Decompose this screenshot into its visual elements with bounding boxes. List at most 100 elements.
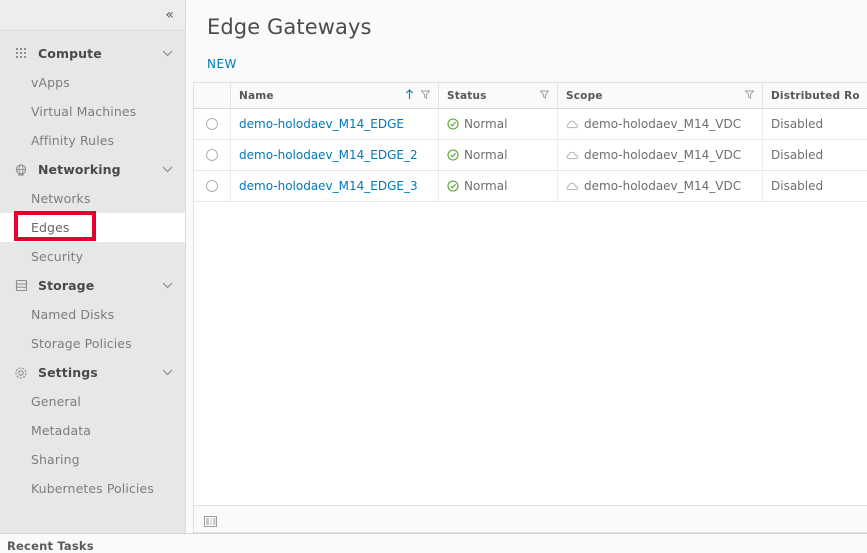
filter-icon[interactable] <box>421 90 430 102</box>
sidebar-header: « <box>0 0 185 31</box>
status-text: Normal <box>464 179 507 193</box>
row-select-cell[interactable] <box>194 171 230 201</box>
sidebar-item-label: Storage Policies <box>31 336 132 351</box>
cloud-icon <box>566 119 579 130</box>
sidebar-group-label: Compute <box>38 46 162 61</box>
sidebar-group-label: Settings <box>38 365 162 380</box>
sidebar-item-label: Sharing <box>31 452 80 467</box>
table-header-status-label: Status <box>447 90 540 102</box>
scope-text: demo-holodaev_M14_VDC <box>584 148 741 162</box>
check-circle-icon <box>447 180 459 192</box>
row-distributed-routing-cell: Disabled <box>762 109 867 139</box>
sidebar-item-metadata[interactable]: Metadata <box>0 416 185 445</box>
edge-gateway-link[interactable]: demo-holodaev_M14_EDGE <box>239 117 404 131</box>
grid-dots-icon <box>13 46 29 62</box>
row-status-cell: Normal <box>438 140 557 170</box>
page-title: Edge Gateways <box>186 0 867 39</box>
sort-ascending-icon[interactable] <box>405 89 414 103</box>
table-row[interactable]: demo-holodaev_M14_EDGE_3 Normal <box>194 171 867 202</box>
radio-button[interactable] <box>206 149 218 161</box>
edge-gateways-table: Name Status <box>193 82 867 533</box>
table-header-scope[interactable]: Scope <box>557 83 762 108</box>
sidebar-item-named-disks[interactable]: Named Disks <box>0 300 185 329</box>
table-header-distributed-routing-label: Distributed Routing <box>771 90 859 102</box>
edge-gateway-link[interactable]: demo-holodaev_M14_EDGE_3 <box>239 179 418 193</box>
gear-icon <box>13 365 29 381</box>
table-body: demo-holodaev_M14_EDGE Normal <box>194 109 867 505</box>
row-select-cell[interactable] <box>194 140 230 170</box>
sidebar-item-label: Named Disks <box>31 307 114 322</box>
check-circle-icon <box>447 118 459 130</box>
table-header-scope-label: Scope <box>566 90 745 102</box>
edge-gateway-link[interactable]: demo-holodaev_M14_EDGE_2 <box>239 148 418 162</box>
sidebar-nav: Compute vApps Virtual Machines Affinity … <box>0 31 185 533</box>
sidebar-item-kubernetes-policies[interactable]: Kubernetes Policies <box>0 474 185 503</box>
sidebar-group-storage[interactable]: Storage <box>0 271 185 300</box>
sidebar-item-affinity-rules[interactable]: Affinity Rules <box>0 126 185 155</box>
sidebar-group-networking[interactable]: Networking <box>0 155 185 184</box>
radio-button[interactable] <box>206 118 218 130</box>
sidebar-item-label: Metadata <box>31 423 91 438</box>
toolbar: NEW <box>186 39 867 82</box>
network-globe-icon <box>13 162 29 178</box>
table-header-name[interactable]: Name <box>230 83 438 108</box>
cloud-icon <box>566 181 579 192</box>
sidebar-item-vapps[interactable]: vApps <box>0 68 185 97</box>
row-select-cell[interactable] <box>194 109 230 139</box>
table-header-row: Name Status <box>194 83 867 109</box>
table-header-select <box>194 83 230 108</box>
table-header-name-label: Name <box>239 90 405 102</box>
sidebar-item-label: Kubernetes Policies <box>31 481 154 496</box>
table-row[interactable]: demo-holodaev_M14_EDGE Normal <box>194 109 867 140</box>
sidebar: « Compute <box>0 0 186 533</box>
sidebar-item-storage-policies[interactable]: Storage Policies <box>0 329 185 358</box>
table-row[interactable]: demo-holodaev_M14_EDGE_2 Normal <box>194 140 867 171</box>
table-header-distributed-routing[interactable]: Distributed Routing <box>762 83 867 108</box>
row-scope-cell: demo-holodaev_M14_VDC <box>557 109 762 139</box>
chevron-double-left-icon[interactable]: « <box>165 8 173 22</box>
sidebar-item-security[interactable]: Security <box>0 242 185 271</box>
sidebar-item-general[interactable]: General <box>0 387 185 416</box>
sidebar-item-label: Virtual Machines <box>31 104 136 119</box>
filter-icon[interactable] <box>745 90 754 102</box>
row-scope-cell: demo-holodaev_M14_VDC <box>557 140 762 170</box>
sidebar-group-compute[interactable]: Compute <box>0 39 185 68</box>
main-content: Edge Gateways NEW Name <box>186 0 867 533</box>
chevron-down-icon[interactable] <box>162 280 173 291</box>
sidebar-item-label: Security <box>31 249 83 264</box>
recent-tasks-bar[interactable]: Recent Tasks <box>0 533 867 553</box>
row-distributed-routing-cell: Disabled <box>762 140 867 170</box>
main-body: « Compute <box>0 0 867 533</box>
distributed-routing-text: Disabled <box>771 179 823 193</box>
check-circle-icon <box>447 149 459 161</box>
filter-icon[interactable] <box>540 90 549 102</box>
sidebar-item-networks[interactable]: Networks <box>0 184 185 213</box>
sidebar-item-sharing[interactable]: Sharing <box>0 445 185 474</box>
row-name-cell[interactable]: demo-holodaev_M14_EDGE_2 <box>230 140 438 170</box>
sidebar-item-edges[interactable]: Edges <box>0 213 185 242</box>
chevron-down-icon[interactable] <box>162 48 173 59</box>
row-name-cell[interactable]: demo-holodaev_M14_EDGE <box>230 109 438 139</box>
sidebar-group-label: Storage <box>38 278 162 293</box>
column-picker-icon[interactable] <box>204 513 217 526</box>
sidebar-group-settings[interactable]: Settings <box>0 358 185 387</box>
sidebar-item-label: vApps <box>31 75 70 90</box>
sidebar-group-label: Networking <box>38 162 162 177</box>
distributed-routing-text: Disabled <box>771 148 823 162</box>
row-name-cell[interactable]: demo-holodaev_M14_EDGE_3 <box>230 171 438 201</box>
row-distributed-routing-cell: Disabled <box>762 171 867 201</box>
sidebar-item-virtual-machines[interactable]: Virtual Machines <box>0 97 185 126</box>
chevron-down-icon[interactable] <box>162 164 173 175</box>
new-button[interactable]: NEW <box>207 54 243 74</box>
sidebar-item-label: General <box>31 394 81 409</box>
chevron-down-icon[interactable] <box>162 367 173 378</box>
row-status-cell: Normal <box>438 171 557 201</box>
sidebar-item-label: Affinity Rules <box>31 133 114 148</box>
row-status-cell: Normal <box>438 109 557 139</box>
scope-text: demo-holodaev_M14_VDC <box>584 117 741 131</box>
radio-button[interactable] <box>206 180 218 192</box>
sidebar-item-label: Networks <box>31 191 91 206</box>
table-header-status[interactable]: Status <box>438 83 557 108</box>
scope-text: demo-holodaev_M14_VDC <box>584 179 741 193</box>
table-footer <box>194 505 867 532</box>
